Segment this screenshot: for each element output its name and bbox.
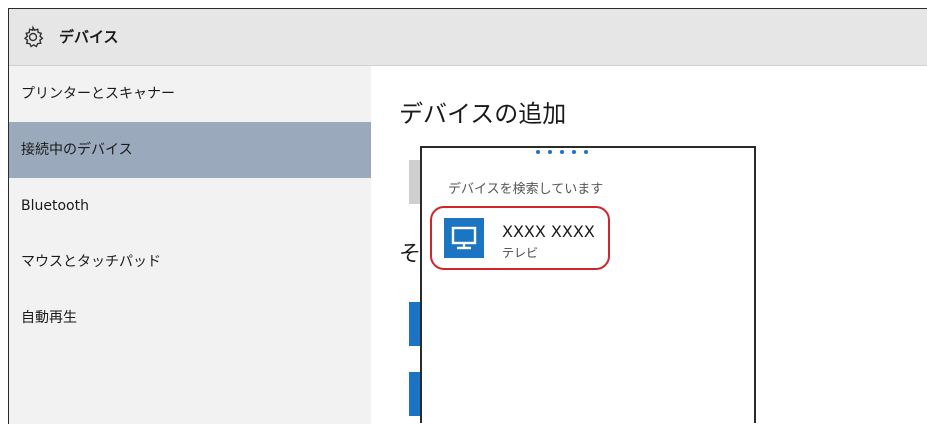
progress-dot — [584, 150, 588, 154]
gear-icon — [23, 25, 44, 48]
window-title: デバイス — [59, 28, 119, 46]
monitor-icon — [451, 226, 477, 250]
sidebar: プリンターとスキャナー 接続中のデバイス Bluetooth マウスとタッチパッ… — [9, 66, 371, 424]
sidebar-item-mouse-touchpad[interactable]: マウスとタッチパッド — [9, 234, 371, 290]
device-type: テレビ — [502, 246, 539, 260]
progress-dot — [560, 150, 564, 154]
section-heading: そ — [399, 242, 422, 267]
sidebar-item-bluetooth[interactable]: Bluetooth — [9, 178, 371, 234]
device-name: XXXX XXXX — [502, 222, 595, 241]
progress-dot — [572, 150, 576, 154]
sidebar-item-printers-scanners[interactable]: プリンターとスキャナー — [9, 66, 371, 122]
page-title: デバイスの追加 — [399, 100, 567, 128]
progress-dot — [536, 150, 540, 154]
sidebar-item-connected-devices[interactable]: 接続中のデバイス — [9, 122, 371, 178]
searching-progress-dots — [536, 150, 588, 154]
title-bar: デバイス — [9, 9, 927, 66]
progress-dot — [548, 150, 552, 154]
device-list-item[interactable]: XXXX XXXX テレビ — [430, 206, 610, 270]
sidebar-item-autoplay[interactable]: 自動再生 — [9, 290, 371, 346]
search-status-text: デバイスを検索しています — [448, 182, 604, 197]
device-tile — [444, 218, 484, 258]
add-device-dialog: デバイスを検索しています XXXX XXXX テレビ — [420, 146, 756, 423]
